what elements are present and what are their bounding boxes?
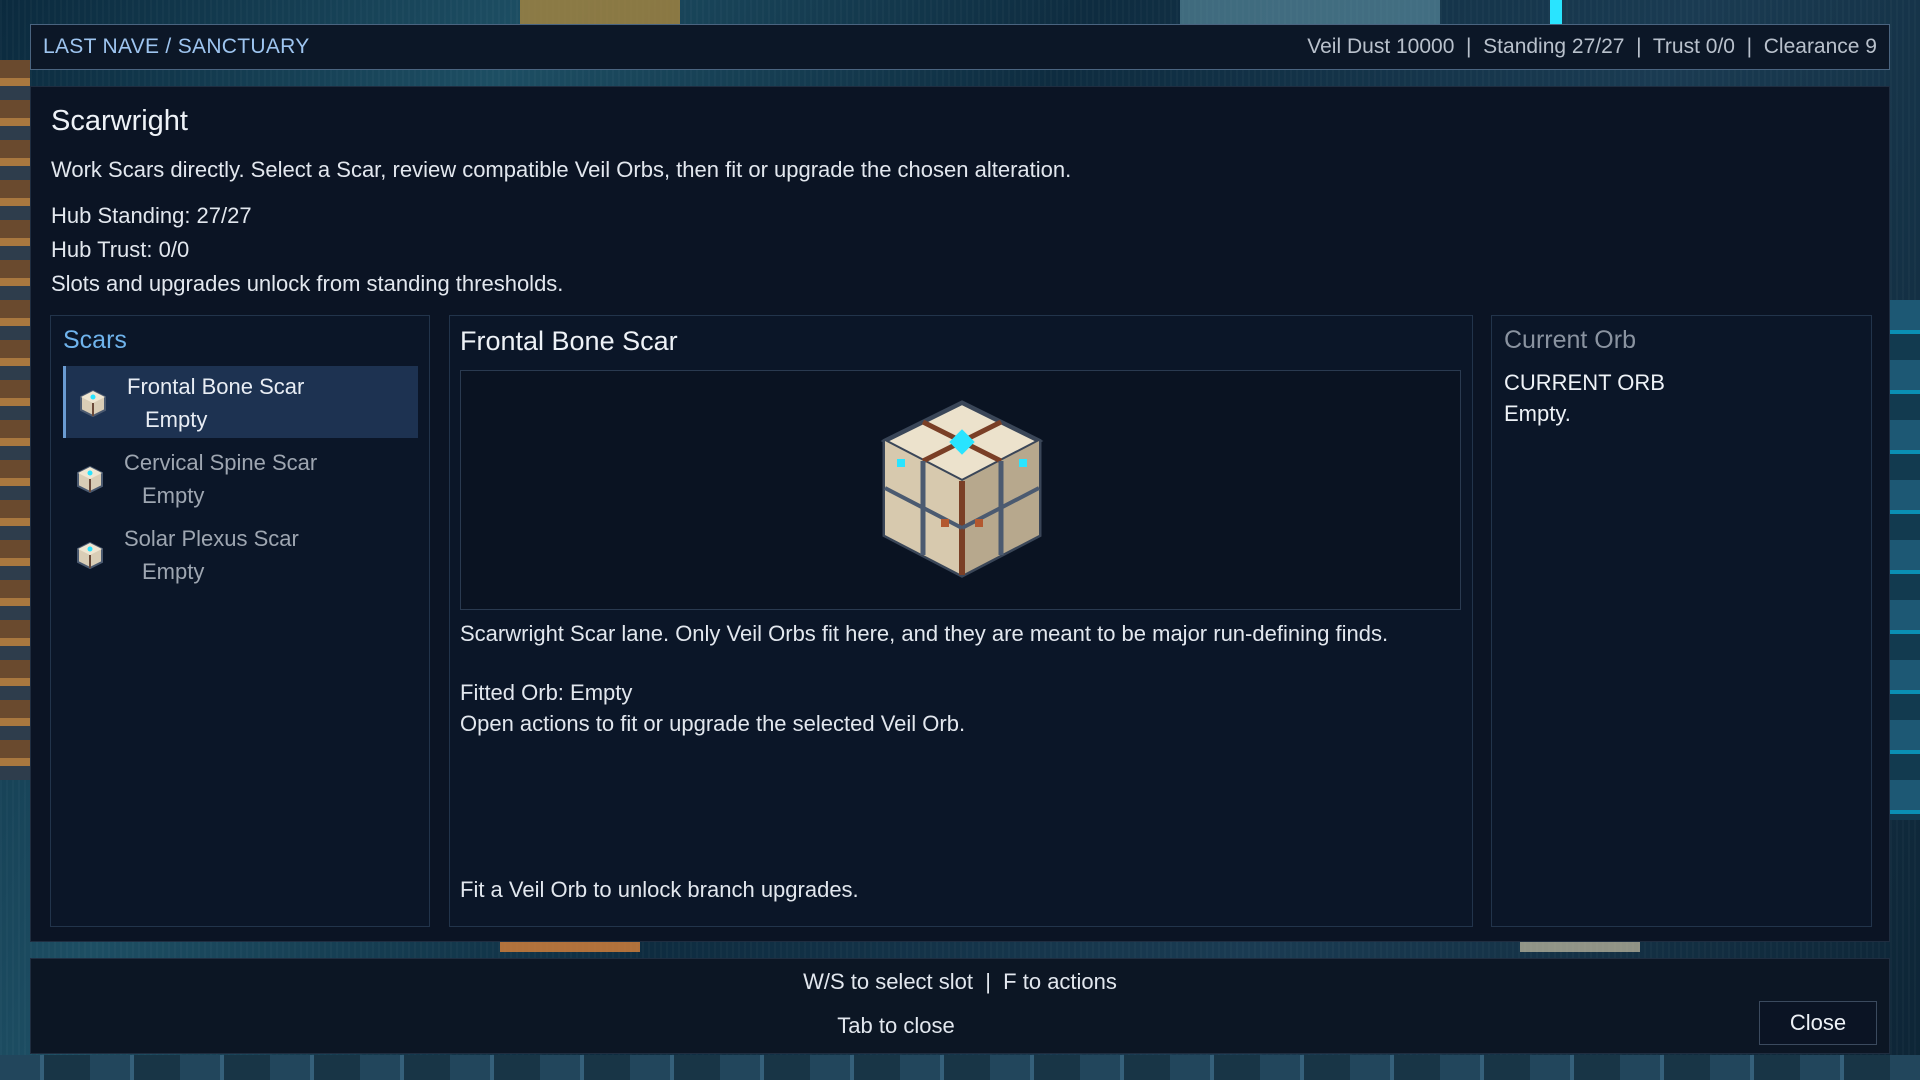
page-description: Work Scars directly. Select a Scar, revi… bbox=[51, 157, 1072, 182]
hub-trust: Hub Trust: 0/0 bbox=[51, 237, 190, 262]
resource-stats: Veil Dust 10000 | Standing 27/27 | Trust… bbox=[1307, 35, 1877, 58]
current-orb-panel: Current Orb CURRENT ORB Empty. bbox=[1491, 315, 1872, 927]
scar-item-state: Empty bbox=[142, 483, 205, 508]
current-orb-title: Current Orb bbox=[1504, 326, 1636, 354]
scar-lane-description: Scarwright Scar lane. Only Veil Orbs fit… bbox=[460, 621, 1389, 646]
controls-hint: W/S to select slot | F to actions bbox=[803, 969, 1117, 994]
unlock-note: Slots and upgrades unlock from standing … bbox=[51, 271, 564, 296]
scar-item-cervical-spine[interactable]: Cervical Spine Scar Empty bbox=[63, 442, 418, 514]
scar-item-name: Solar Plexus Scar bbox=[124, 526, 299, 551]
current-orb-value: Empty. bbox=[1504, 401, 1571, 426]
bg-decoration bbox=[520, 0, 680, 26]
scar-item-name: Frontal Bone Scar bbox=[127, 374, 305, 399]
fitted-orb-status: Fitted Orb: Empty bbox=[460, 680, 633, 705]
scar-item-frontal-bone[interactable]: Frontal Bone Scar Empty bbox=[63, 366, 418, 438]
close-hint: Tab to close bbox=[837, 1013, 955, 1038]
scar-item-name: Cervical Spine Scar bbox=[124, 450, 318, 475]
bg-decoration bbox=[1890, 300, 1920, 820]
bottom-hint-bar: W/S to select slot | F to actions Tab to… bbox=[30, 958, 1890, 1054]
bg-decoration bbox=[1180, 0, 1440, 26]
veil-orb-cube-icon bbox=[77, 541, 103, 570]
current-orb-heading: CURRENT ORB bbox=[1504, 370, 1665, 395]
scar-item-state: Empty bbox=[142, 559, 205, 584]
scar-item-solar-plexus[interactable]: Solar Plexus Scar Empty bbox=[63, 518, 418, 590]
bg-decoration bbox=[1550, 0, 1562, 26]
bg-decoration bbox=[0, 60, 30, 780]
close-button[interactable]: Close bbox=[1759, 1001, 1877, 1045]
actions-hint: Open actions to fit or upgrade the selec… bbox=[460, 711, 966, 736]
orb-artwork-frame bbox=[460, 370, 1461, 610]
veil-orb-cube-icon bbox=[77, 465, 103, 494]
bg-decoration bbox=[0, 1055, 1920, 1080]
page-title: Scarwright bbox=[51, 105, 188, 137]
top-status-bar: LAST NAVE / SANCTUARY Veil Dust 10000 | … bbox=[30, 24, 1890, 70]
scar-item-state: Empty bbox=[145, 407, 208, 432]
scars-list-title: Scars bbox=[63, 326, 127, 354]
hub-standing: Hub Standing: 27/27 bbox=[51, 203, 252, 228]
scarwright-panel: Scarwright Work Scars directly. Select a… bbox=[30, 86, 1890, 942]
veil-orb-cube-artwork bbox=[880, 400, 1044, 578]
detail-title: Frontal Bone Scar bbox=[460, 326, 678, 356]
breadcrumb: LAST NAVE / SANCTUARY bbox=[43, 35, 310, 58]
scars-list-panel: Scars Frontal Bone Scar Empty Cervical S… bbox=[50, 315, 430, 927]
scar-detail-panel: Frontal Bone Scar Scarwright Scar lane. … bbox=[449, 315, 1473, 927]
veil-orb-cube-icon bbox=[80, 389, 106, 418]
branch-upgrade-note: Fit a Veil Orb to unlock branch upgrades… bbox=[460, 877, 859, 902]
